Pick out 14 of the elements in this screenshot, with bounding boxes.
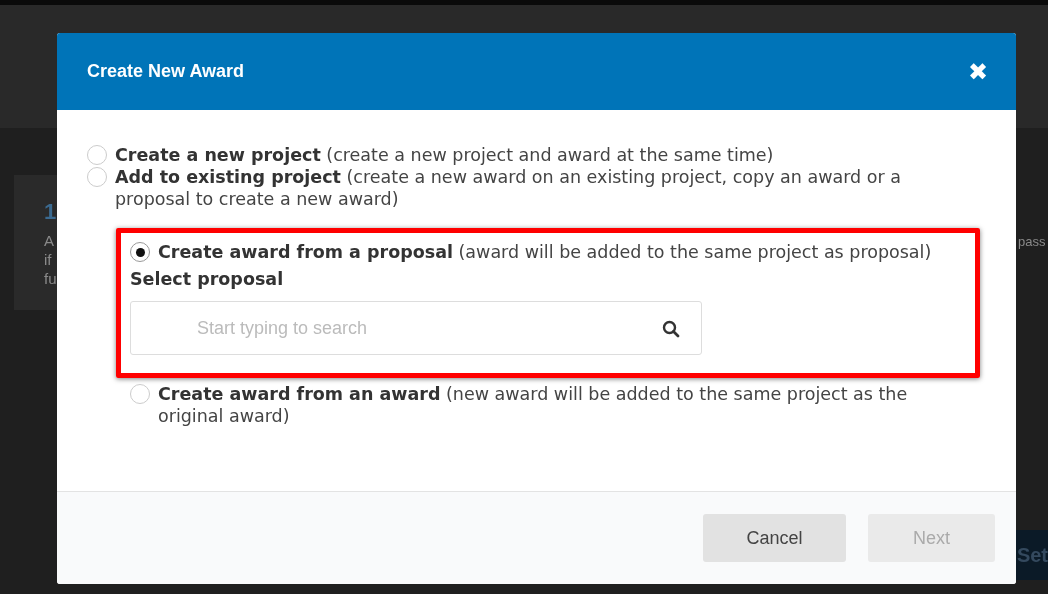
dialog-button[interactable]: Cancel	[703, 514, 846, 562]
search-icon	[662, 320, 680, 338]
option-label: Create award from an award (new award will be added to the same project as the original award)	[158, 383, 909, 427]
dialog-title: Create New Award	[87, 61, 245, 82]
background-text: A	[44, 231, 55, 250]
option-label: Add to existing project (create a new award on an existing project, copy an award or a proposal to create a new award)	[115, 166, 902, 210]
background-text: pass	[1018, 234, 1046, 249]
option-label: Create a new project (create a new project and award at the same time)	[115, 144, 775, 166]
background-text: fu	[44, 269, 58, 288]
background-text: if	[44, 250, 53, 269]
close-button[interactable]: ✖	[968, 59, 988, 84]
option-label: Create award from a proposal (award will be added to the same project as proposal)	[158, 241, 933, 263]
search-field[interactable]: Start typing to search	[130, 301, 702, 355]
field-label: Select proposal	[130, 269, 285, 289]
